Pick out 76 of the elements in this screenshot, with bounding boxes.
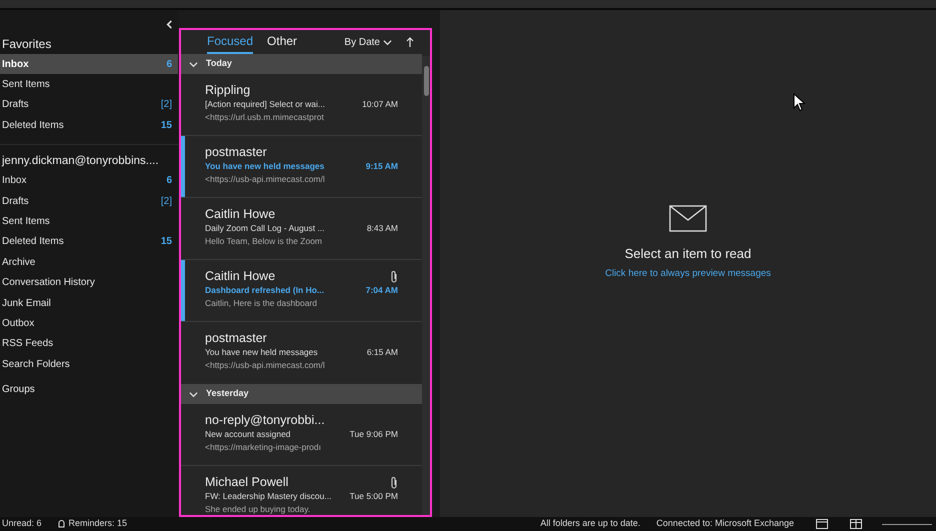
message-time: 6:15 AM [366,346,398,359]
paperclip-icon [390,270,398,282]
paperclip-icon [390,476,398,488]
folder-item[interactable]: Deleted Items 15 [0,232,178,252]
message-subject: [Action required] Select or wai... [205,98,326,111]
tab[interactable]: Other [267,30,298,54]
folder-count: 15 [160,118,172,133]
folder-count: 15 [160,235,172,250]
message-subject: Daily Zoom Call Log - August ... [205,222,325,235]
status-text: All folders are up to date. [540,517,640,530]
message-item[interactable]: Michael Powell FW: Leadership Mastery discou... Tue 5:00 PM She ended up buying today. [181,466,422,515]
empty-message: Select an item to read [624,245,752,263]
groups-title[interactable]: Groups [0,380,178,400]
message-subject: FW: Leadership Mastery discou... [205,490,332,503]
folder-item[interactable]: Outbox [0,313,178,334]
message-sender: Michael Powell [205,474,288,490]
folder-count: 6 [166,174,172,188]
message-preview: <https://usb-api.mimecast.com/l [205,359,326,372]
favorites-title[interactable]: Favorites [0,32,178,54]
folder-item[interactable]: Drafts [2] [0,190,178,212]
preview-link[interactable]: Click here to always preview messages [605,266,771,281]
folder-item[interactable]: Sent Items [0,74,178,95]
message-preview: <https://url.usb.m.mimecastprot [205,111,325,124]
message-subject: Dashboard refreshed (In Ho... [205,284,324,297]
message-preview: <https://marketing-image-prodı [205,441,322,454]
folder-count: [2] [160,194,172,209]
folder-item[interactable]: Search Folders [0,354,178,374]
message-preview: Caitlin, Here is the dashboard [205,297,318,310]
chevron-down-icon[interactable] [189,60,198,68]
folder-item[interactable]: Sent Items [0,211,178,232]
folder-item[interactable]: Junk Email [0,292,178,314]
folder-item[interactable]: RSS Feeds [0,334,178,354]
envelope-icon [669,205,707,232]
normal-view-icon[interactable] [816,519,828,529]
sort-arrow-icon[interactable] [406,36,414,48]
message-preview: She ended up buying today. [205,503,312,515]
account-title[interactable]: jenny.dickman@tonyrobbins.... [0,150,178,171]
folder-item[interactable]: Inbox 6 [0,170,178,191]
scrollbar[interactable] [422,56,430,515]
message-time: 8:43 AM [366,222,398,235]
message-preview: <https://usb-api.mimecast.com/l [205,173,326,186]
chevron-down-icon[interactable] [189,390,198,398]
sort-dropdown[interactable]: By Date [344,34,392,50]
message-sender: postmaster [205,330,267,346]
bell-icon [58,520,65,528]
message-time: 10:07 AM [362,98,398,111]
folder-count: [2] [160,98,172,112]
message-preview: Hello Team, Below is the Zoom [205,235,324,248]
message-time: 7:04 AM [366,284,398,297]
message-subject: New account assigned [205,428,291,441]
status-text: Connected to: Microsoft Exchange [656,517,794,530]
status-text: Unread: 6 [2,517,42,530]
message-subject: You have new held messages [205,160,324,173]
chevron-down-icon[interactable] [383,38,392,46]
mouse-cursor-icon [793,93,806,112]
folder-item[interactable]: Conversation History [0,272,178,293]
folder-item[interactable]: Deleted Items 15 [0,115,178,136]
group-header[interactable]: Today [181,54,422,74]
message-time: Tue 9:06 PM [350,428,398,441]
folder-count: 6 [166,58,172,72]
folder-item[interactable]: Drafts [2] [0,94,178,116]
status-text: Reminders: 15 [68,517,128,530]
message-time: Tue 5:00 PM [350,490,398,503]
message-sender: Caitlin Howe [205,268,276,284]
message-sender: postmaster [205,144,267,160]
folder-item[interactable]: Inbox 6 [0,54,178,74]
message-sender: Rippling [205,82,250,98]
reading-view-icon[interactable] [850,519,862,529]
folder-item[interactable]: Archive [0,252,178,273]
message-subject: You have new held messages [205,346,318,359]
message-sender: Caitlin Howe [205,206,276,222]
message-time: 9:15 AM [366,160,398,173]
chevron-left-icon[interactable] [165,20,174,28]
message-sender: no-reply@tonyrobbi... [205,412,325,428]
message-item[interactable]: postmaster You have new held messages 6:15 AM <https://usb-api.mimecast.com/l [181,322,422,384]
group-header[interactable]: Yesterday [181,384,422,404]
